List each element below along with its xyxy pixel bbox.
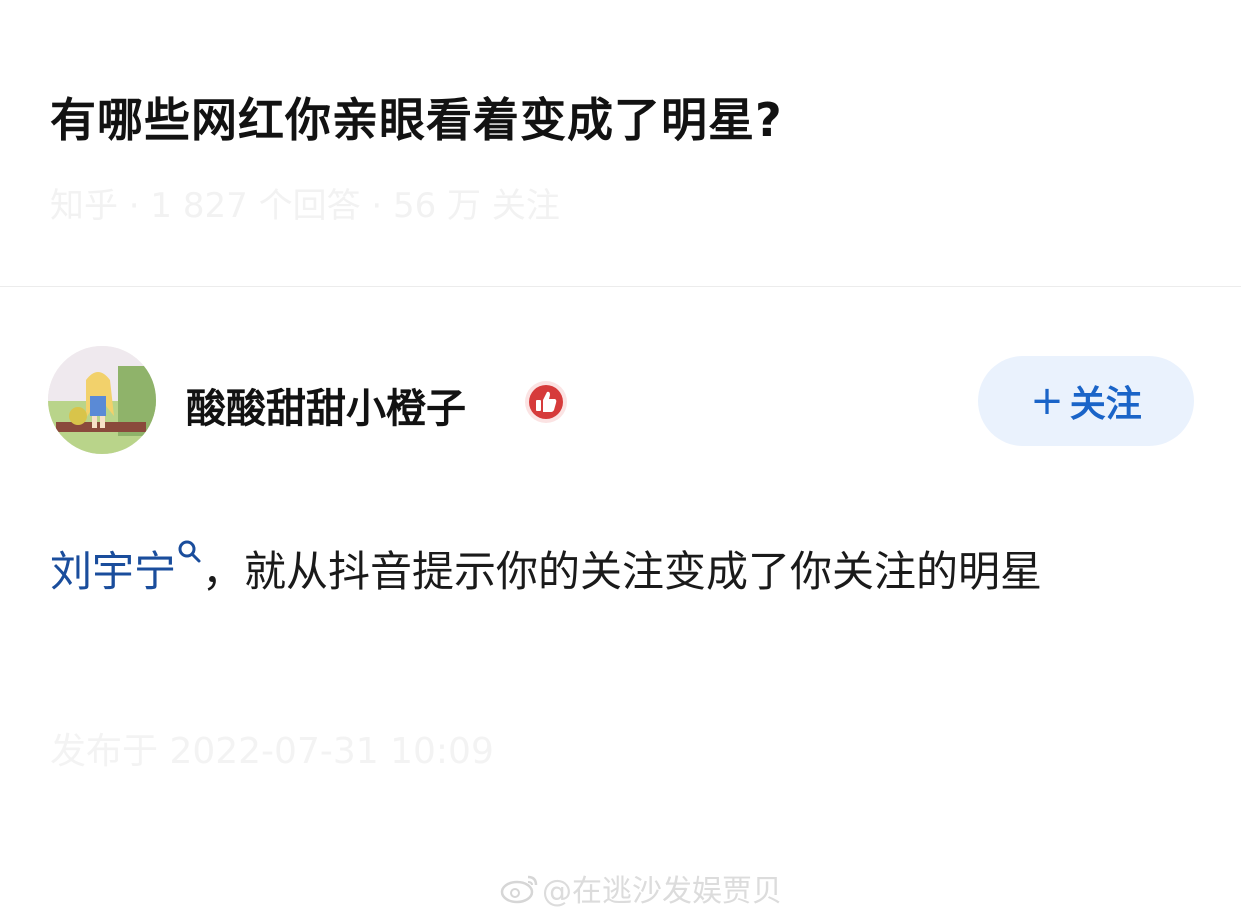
author-name[interactable]: 酸酸甜甜小橙子 bbox=[186, 376, 466, 434]
watermark-text: @在逃沙发娱贾贝 bbox=[542, 874, 782, 909]
question-header: 有哪些网红你亲眼看着变成了明星? 知乎 · 1 827 个回答 · 56 万 关… bbox=[0, 0, 1241, 287]
question-title[interactable]: 有哪些网红你亲眼看着变成了明星? bbox=[50, 84, 783, 150]
mention-link[interactable]: 刘宇宁 bbox=[50, 547, 176, 596]
author-avatar[interactable] bbox=[48, 346, 156, 454]
watermark: @在逃沙发娱贾贝 bbox=[500, 866, 782, 910]
author-row: 酸酸甜甜小橙子 + 关注 bbox=[0, 346, 1241, 456]
answer-timestamp: 发布于 2022-07-31 10:09 bbox=[50, 731, 494, 772]
answer-text: ，就从抖音提示你的关注变成了你关注的明星 bbox=[202, 547, 1043, 596]
question-meta: 知乎 · 1 827 个回答 · 56 万 关注 bbox=[50, 186, 560, 226]
thumbs-up-badge-icon bbox=[525, 381, 567, 423]
weibo-logo-icon bbox=[500, 875, 538, 904]
avatar-anime-girl-icon bbox=[48, 346, 156, 454]
follow-button[interactable]: + 关注 bbox=[978, 356, 1194, 446]
search-icon[interactable] bbox=[176, 538, 202, 564]
follow-label: 关注 bbox=[1069, 384, 1142, 425]
answer-content: 刘宇宁 ，就从抖音提示你的关注变成了你关注的明星 bbox=[50, 532, 1190, 612]
plus-icon: + bbox=[1030, 378, 1064, 424]
